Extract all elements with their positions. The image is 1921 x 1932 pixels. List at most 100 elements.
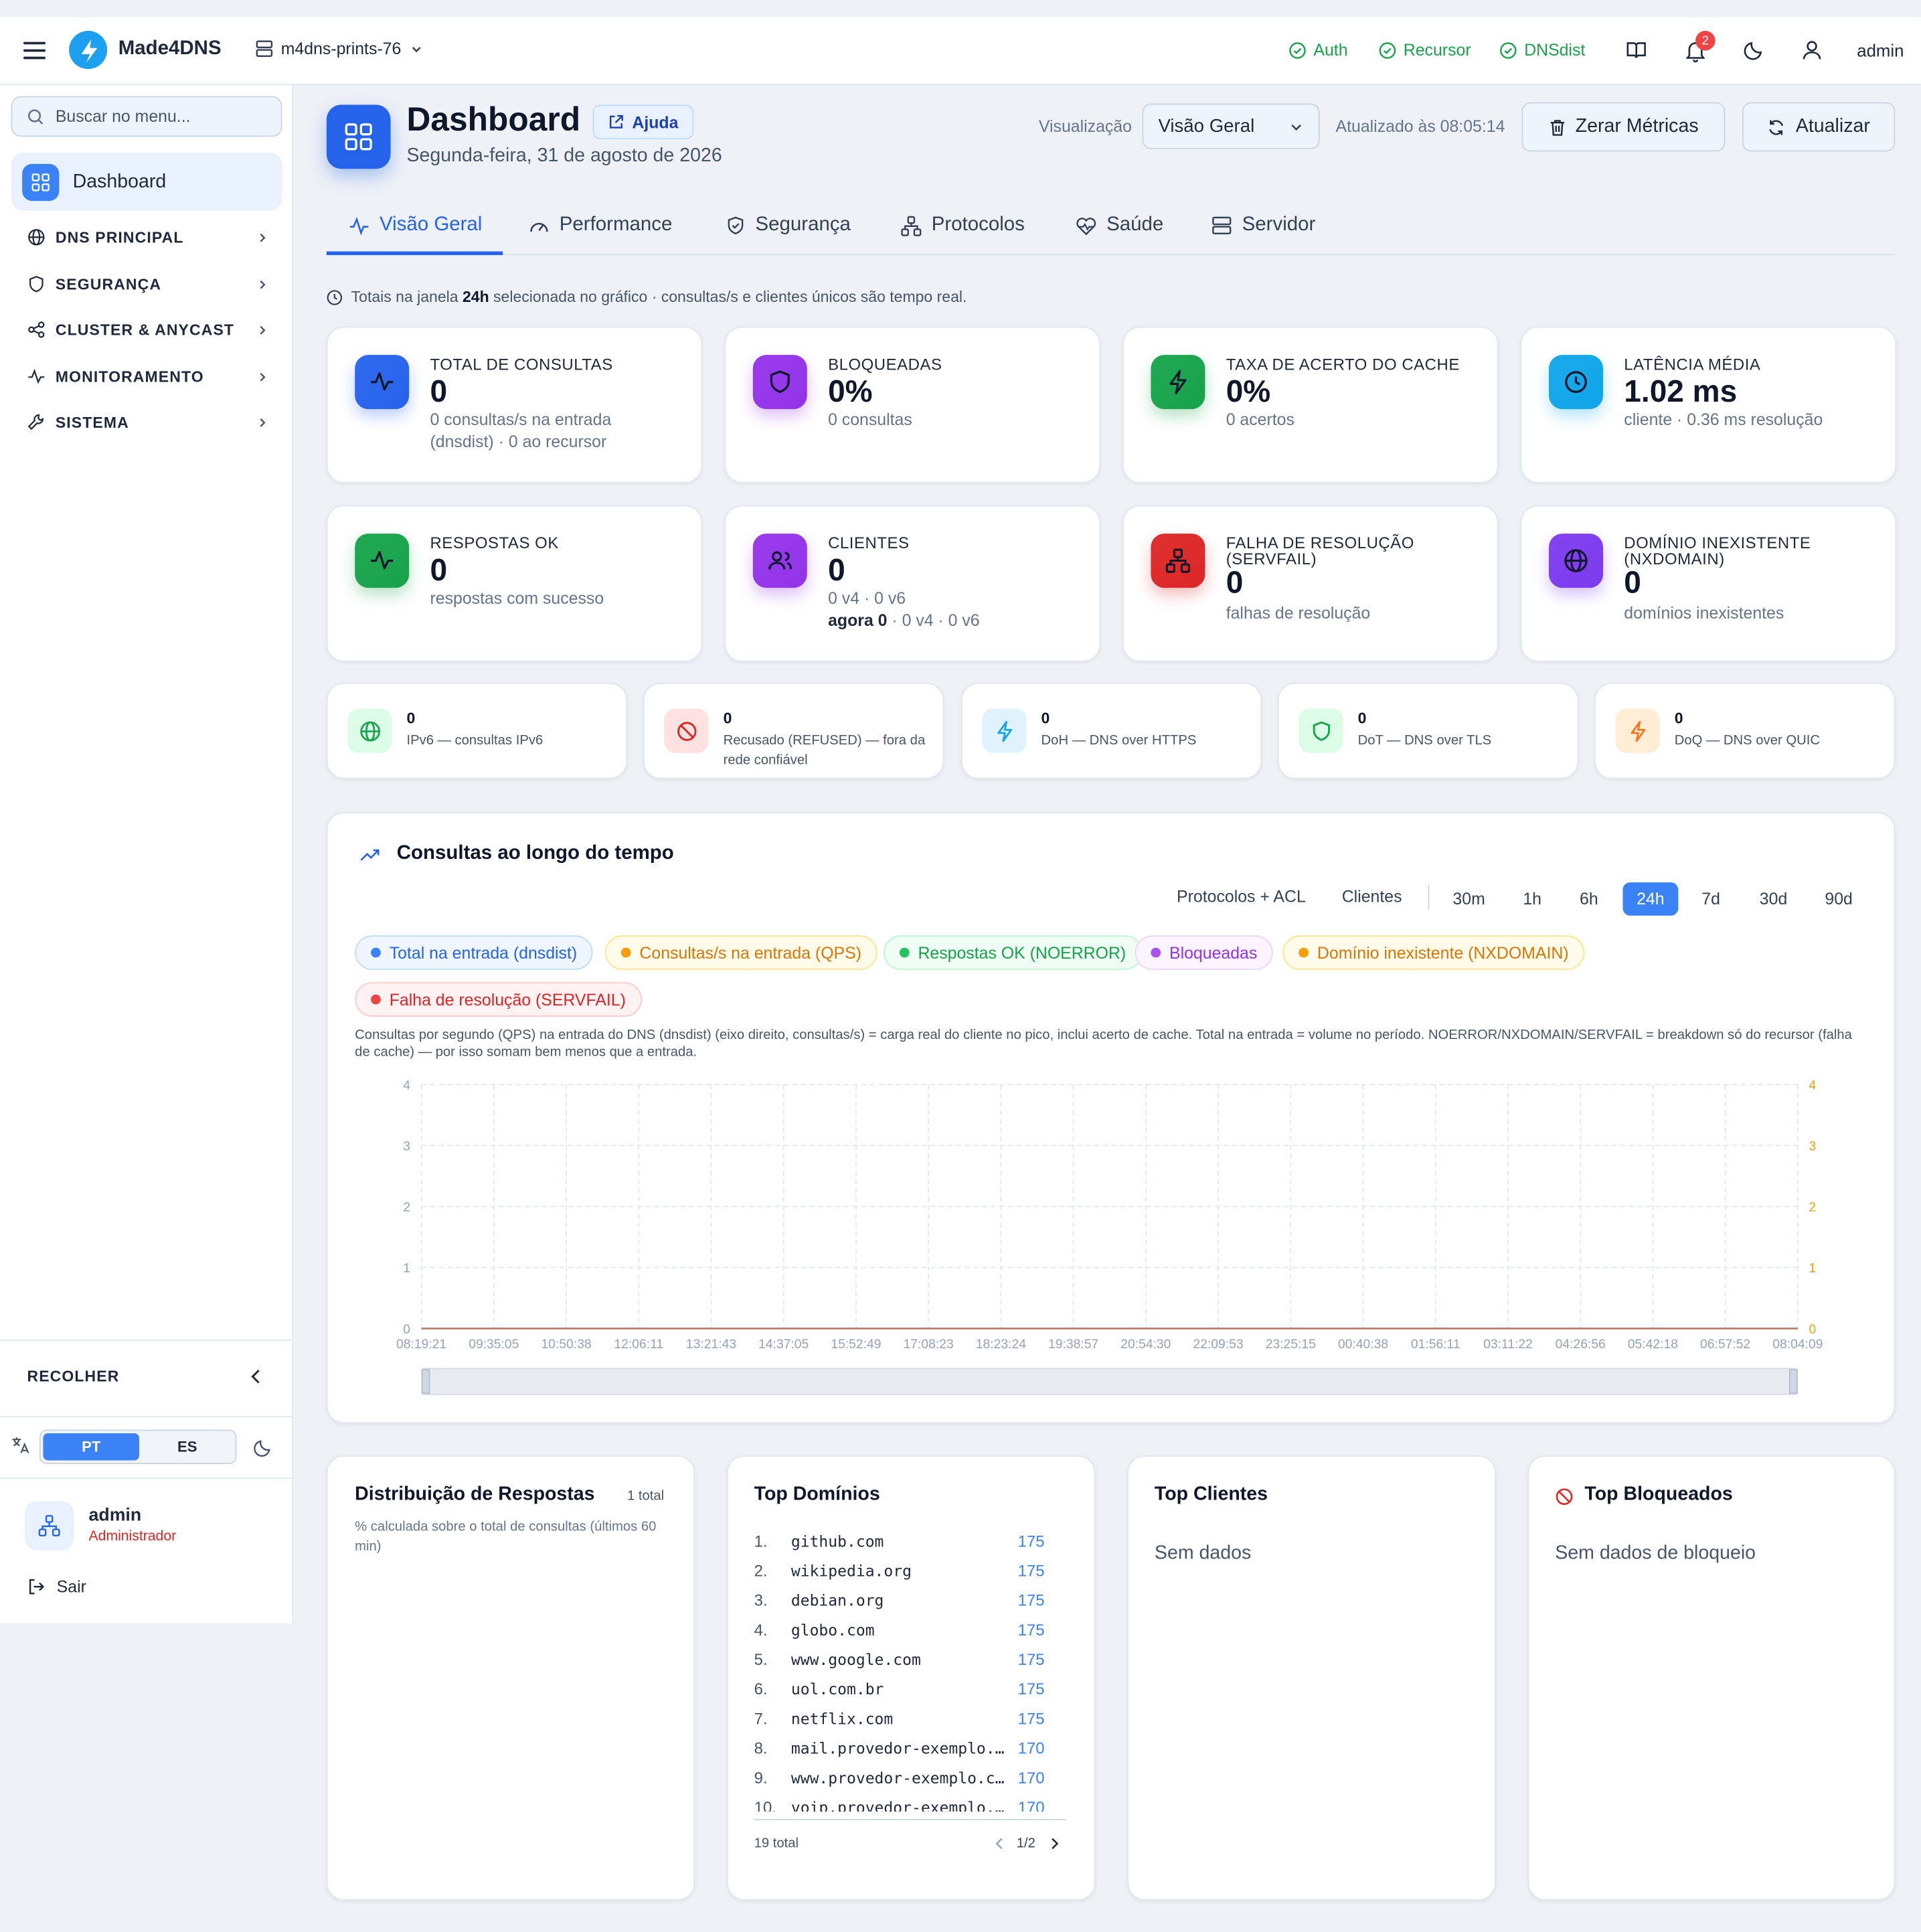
menu-search-input[interactable]: Buscar no menu... [56,107,191,126]
tab-performance[interactable]: Performance [529,214,672,236]
lang-pt-button[interactable]: PT [43,1433,140,1461]
wrench-icon [27,414,44,430]
range-6h[interactable]: 6h [1580,882,1598,916]
sidebar-user-name: admin [88,1506,142,1526]
queries-line-chart: 0 0 1 1 2 2 3 3 4 4 08:19:21 09:35:05 10:50:38 12:06:… [396,1078,1823,1352]
tab-label: Servidor [1242,214,1316,236]
protocol-value: 0 [1674,710,1683,728]
domain-rank: 2. [754,1561,768,1581]
moon-icon[interactable] [1744,39,1764,60]
mode-clients[interactable]: Clientes [1342,887,1402,906]
kpi-label: BLOQUEADAS [828,355,942,374]
legend-item-2[interactable]: Respostas OK (NOERROR) [883,935,1143,970]
collapse-button[interactable]: RECOLHER [27,1368,263,1385]
zoom-handle-right[interactable] [1788,1369,1798,1394]
tab-saude[interactable]: Saúde [1076,214,1163,236]
notice-window: 24h [462,288,489,306]
legend-label: Domínio inexistente (NXDOMAIN) [1317,943,1569,962]
admin-avatar-icon [24,1501,74,1550]
legend-label: Bloqueadas [1169,943,1258,962]
theme-moon-icon[interactable] [254,1438,272,1457]
reset-metrics-button[interactable]: Zerar Métricas [1521,102,1726,152]
tab-seguranca[interactable]: Segurança [726,214,851,236]
domain-rank: 4. [754,1620,768,1639]
legend-item-4[interactable]: Domínio inexistente (NXDOMAIN) [1282,935,1585,970]
kpi-card-0: TOTAL DE CONSULTAS 0 0 consultas/s na en… [326,326,703,483]
kpi-globe-icon [1549,534,1604,588]
kpi-card-3: LATÊNCIA MÉDIA 1.02 ms cliente · 0.36 ms… [1520,326,1897,483]
server-selector[interactable]: m4dns-prints-76 [255,39,423,58]
chart-zoom-slider[interactable] [421,1368,1798,1395]
x-tick-label: 12:06:11 [614,1338,663,1352]
kpi-activity-icon [355,355,410,410]
tab-protocolos[interactable]: Protocolos [901,214,1025,236]
sidebar-section-sistema[interactable]: SISTEMA [27,413,268,432]
domain-rank: 3. [754,1591,768,1610]
refresh-button[interactable]: Atualizar [1742,102,1896,152]
protocol-bolt-icon [1615,708,1660,753]
help-button[interactable]: Ajuda [592,104,693,140]
sidebar-divider [0,1477,294,1479]
sidebar-section-seguranca[interactable]: SEGURANÇA [27,275,268,294]
gauge-icon [530,222,548,232]
legend-item-0[interactable]: Total na entrada (dnsdist) [355,935,594,970]
user-name[interactable]: admin [1857,41,1904,60]
domain-name: globo.com [790,1620,875,1639]
top-bar: Made4DNS m4dns-prints-76 Auth Recursor D… [0,17,1921,86]
user-icon[interactable] [1801,39,1822,60]
domain-count: 175 [1017,1561,1045,1581]
x-tick-label: 17:08:23 [904,1338,954,1352]
x-tick-label: 10:50:38 [541,1338,591,1352]
chart-note: Consultas por segundo (QPS) na entrada d… [355,1028,1852,1060]
zoom-handle-left[interactable] [421,1369,430,1394]
top-domains-list: 1. github.com 175 2. wikipedia.org 175 3. debia… [740,1523,1078,1812]
chevron-left-icon [251,1370,260,1384]
chevron-right-icon [260,279,266,289]
lang-es-button[interactable]: ES [139,1433,236,1461]
range-1h[interactable]: 1h [1523,882,1541,916]
next-page-chevron-right-icon[interactable] [1049,1836,1061,1851]
legend-item-1[interactable]: Consultas/s na entrada (QPS) [604,935,878,970]
range-7d[interactable]: 7d [1701,882,1720,916]
kpi-label: LATÊNCIA MÉDIA [1624,355,1761,374]
domain-count: 175 [1017,1532,1045,1550]
y-tick-label: 0 [403,1323,410,1337]
legend-item-3[interactable]: Bloqueadas [1135,935,1274,970]
x-tick-label: 20:54:30 [1120,1338,1171,1352]
sidebar-section-dns-principal[interactable]: DNS PRINCIPAL [27,228,268,247]
status-recursor[interactable]: Recursor [1379,41,1471,59]
menu-search[interactable]: Buscar no menu... [11,96,282,137]
mode-protocols-acl[interactable]: Protocolos + ACL [1177,887,1306,906]
status-auth[interactable]: Auth [1289,41,1348,59]
hamburger-menu-icon[interactable] [23,41,46,60]
notice-text-end: selecionada no gráfico · consultas/s e c… [489,288,967,306]
domain-name: www.google.com [790,1649,921,1669]
logout-button[interactable]: Sair [27,1577,86,1596]
legend-dot [1151,947,1161,958]
check-circle-icon [1379,42,1396,58]
y2-tick-label: 2 [1809,1201,1816,1215]
dist-total-badge: 1 total [627,1488,665,1504]
domain-name: wikipedia.org [790,1561,912,1581]
logout-label: Sair [56,1577,86,1596]
range-30d[interactable]: 30d [1760,882,1787,916]
docs-book-icon[interactable] [1625,39,1647,62]
status-dnsdist[interactable]: DNSdist [1499,41,1585,59]
sidebar-section-monitoramento[interactable]: MONITORAMENTO [27,368,268,386]
sidebar-section-label: DNS PRINCIPAL [55,228,184,246]
kpi-users-icon [752,534,807,588]
sidebar-section-cluster[interactable]: CLUSTER & ANYCAST [27,321,268,339]
range-30m[interactable]: 30m [1452,882,1485,916]
view-select[interactable]: Visão Geral [1142,103,1320,149]
tab-servidor[interactable]: Servidor [1212,214,1316,236]
x-tick-label: 18:23:24 [976,1338,1026,1352]
range-24h[interactable]: 24h [1622,882,1679,916]
range-90d[interactable]: 90d [1825,882,1852,916]
protocol-value: 0 [406,710,416,728]
x-tick-label: 14:37:05 [758,1338,809,1352]
kpi-value: 0 [430,374,448,410]
tab-visao-geral[interactable]: Visão Geral [349,214,482,236]
sidebar-item-dashboard[interactable]: Dashboard [11,153,282,211]
legend-item-5[interactable]: Falha de resolução (SERVFAIL) [355,982,642,1017]
prev-page-chevron-left-icon[interactable] [993,1836,1005,1851]
